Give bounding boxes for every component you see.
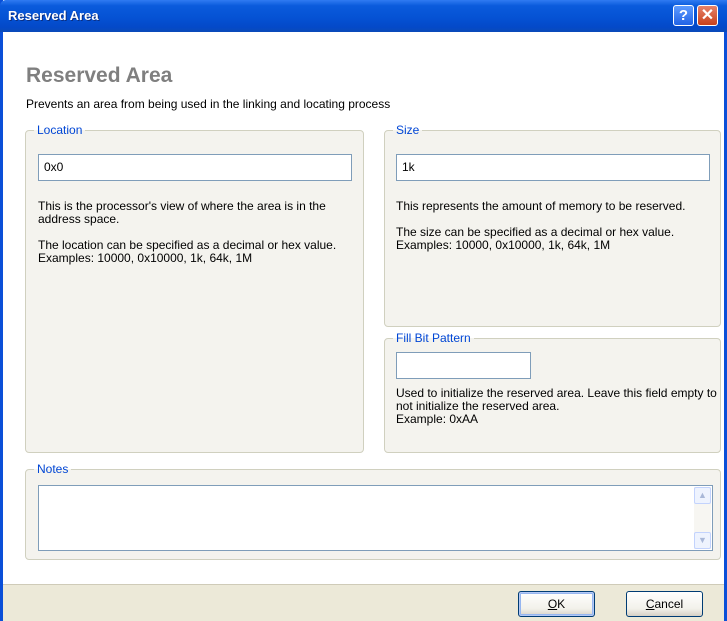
size-description: This represents the amount of memory to …: [396, 200, 708, 252]
fill-bit-pattern-group: Fill Bit Pattern Used to initialize the …: [384, 331, 721, 453]
cancel-button[interactable]: Cancel: [626, 591, 703, 617]
notes-scrollbar[interactable]: ▲ ▼: [694, 487, 711, 549]
fill-bit-pattern-description: Used to initialize the reserved area. Le…: [396, 387, 718, 426]
location-desc-3: Examples: 10000, 0x10000, 1k, 64k, 1M: [38, 251, 253, 265]
location-legend: Location: [34, 123, 86, 137]
ok-mnemonic: O: [547, 597, 558, 611]
location-group: Location 0x0 This is the processor's vie…: [25, 123, 364, 453]
help-icon: ?: [678, 7, 689, 24]
notes-legend: Notes: [34, 462, 72, 476]
size-group: Size 1k This represents the amount of me…: [384, 123, 721, 327]
close-icon: ✕: [700, 7, 715, 24]
help-button[interactable]: ?: [673, 5, 694, 26]
ok-button[interactable]: OK: [518, 591, 595, 617]
page-description: Prevents an area from being used in the …: [26, 97, 391, 111]
size-input[interactable]: 1k: [396, 154, 710, 181]
location-description: This is the processor's view of where th…: [38, 200, 350, 265]
close-button[interactable]: ✕: [697, 5, 718, 26]
button-bar: OK Cancel: [3, 584, 724, 621]
fill-bit-pattern-input[interactable]: [396, 352, 531, 379]
notes-group: Notes ▲ ▼: [25, 462, 721, 560]
size-desc-3: Examples: 10000, 0x10000, 1k, 64k, 1M: [396, 238, 611, 252]
size-desc-1: This represents the amount of memory to …: [396, 199, 686, 213]
window-title: Reserved Area: [8, 8, 99, 23]
fill-bit-pattern-legend: Fill Bit Pattern: [393, 331, 474, 345]
dialog-content: Reserved Area Prevents an area from bein…: [3, 32, 724, 585]
scroll-down-icon[interactable]: ▼: [694, 532, 711, 549]
fill-desc: Used to initialize the reserved area. Le…: [396, 386, 717, 413]
cancel-label-rest: ancel: [654, 597, 684, 611]
notes-textarea[interactable]: ▲ ▼: [38, 485, 713, 551]
fill-example: Example: 0xAA: [396, 412, 479, 426]
title-bar[interactable]: Reserved Area ? ✕: [0, 0, 727, 32]
size-legend: Size: [393, 123, 423, 137]
location-input[interactable]: 0x0: [38, 154, 352, 181]
ok-label-rest: K: [557, 597, 566, 611]
scroll-up-icon[interactable]: ▲: [694, 487, 711, 504]
dialog-window: Reserved Area ? ✕ Reserved Area Prevents…: [0, 0, 727, 621]
page-title: Reserved Area: [26, 64, 173, 87]
location-desc-1: This is the processor's view of where th…: [38, 199, 326, 226]
